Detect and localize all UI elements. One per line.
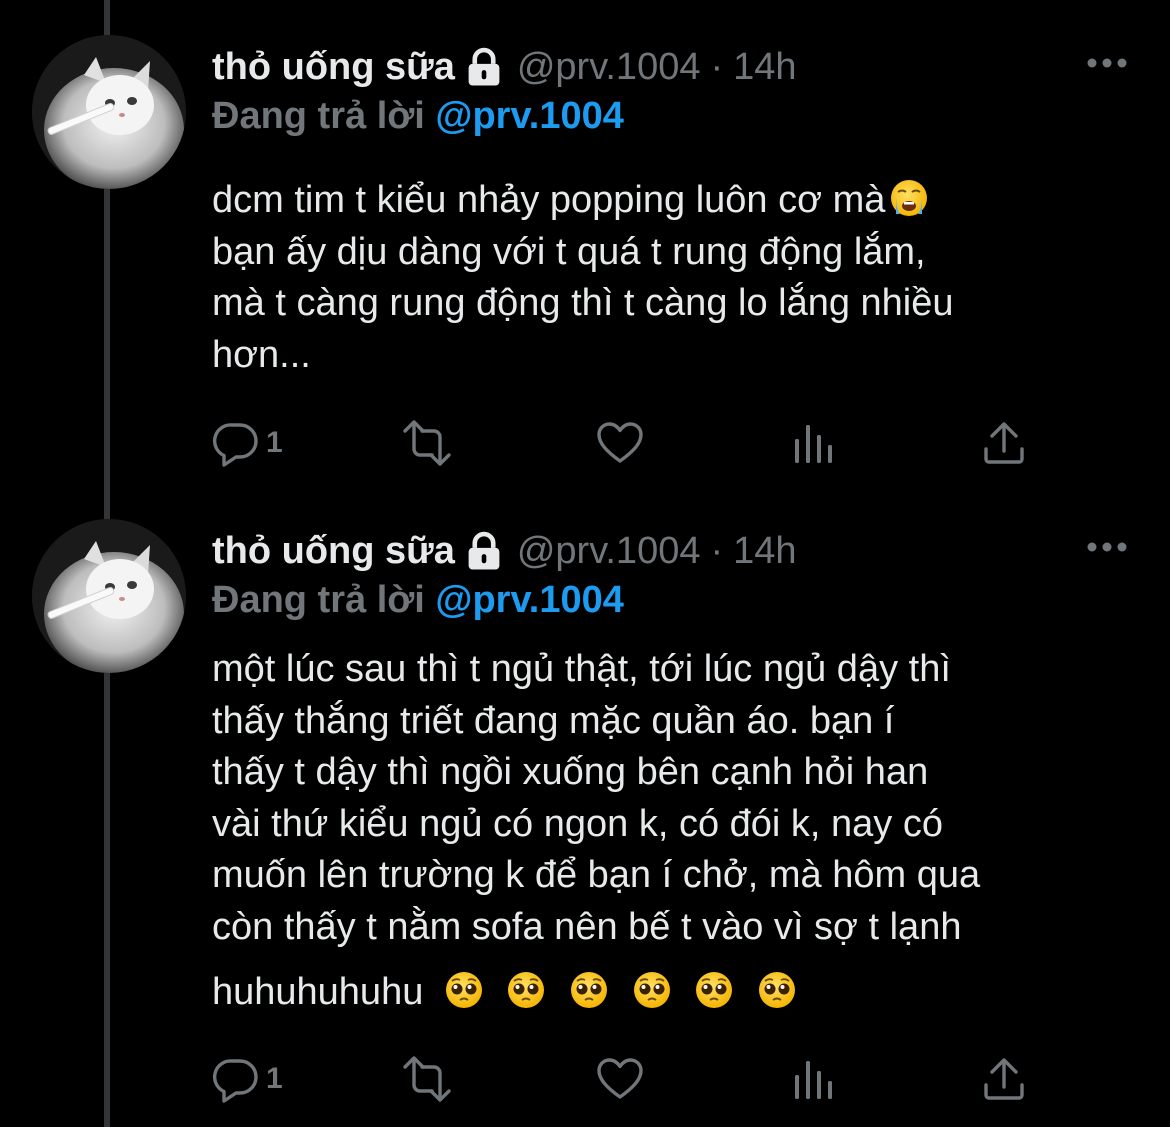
- pleading-face-emoji: [444, 970, 484, 1010]
- separator: ·: [710, 45, 724, 88]
- like-icon: [596, 421, 644, 465]
- more-options-icon[interactable]: [1086, 540, 1128, 554]
- analytics-button[interactable]: [792, 418, 836, 468]
- retweet-icon: [397, 419, 457, 467]
- author-handle[interactable]: @prv.1004: [517, 530, 701, 573]
- share-button[interactable]: [982, 418, 1026, 468]
- separator: ·: [710, 529, 724, 572]
- reply-button[interactable]: 1: [212, 1054, 283, 1104]
- closing-text: huhuhuhuhu: [212, 971, 424, 1013]
- reply-icon: [212, 1055, 260, 1103]
- timestamp[interactable]: 14h: [733, 46, 796, 89]
- like-icon: [596, 1057, 644, 1101]
- tweet-header: thỏ uống sữa @prv.1004 · 14h: [212, 526, 797, 576]
- share-icon: [982, 421, 1026, 465]
- author-handle[interactable]: @prv.1004: [517, 46, 701, 89]
- tweet-text-line: mà t càng rung động thì t càng lo lắng n…: [212, 282, 954, 324]
- like-button[interactable]: [596, 418, 644, 468]
- pleading-face-emoji: [757, 970, 797, 1010]
- share-icon: [982, 1057, 1026, 1101]
- replying-to: Đang trả lời @prv.1004: [212, 576, 624, 624]
- more-options-icon[interactable]: [1086, 56, 1128, 70]
- tweet-text-line: một lúc sau thì t ngủ thật, tới lúc ngủ …: [212, 648, 951, 690]
- replying-label: Đang trả lời: [212, 579, 425, 621]
- tweet-text-line: dcm tim t kiểu nhảy popping luôn cơ mà: [212, 179, 886, 221]
- replying-to-mention[interactable]: @prv.1004: [435, 95, 623, 137]
- author-name[interactable]: thỏ uống sữa: [212, 530, 455, 573]
- reply-icon: [212, 419, 260, 467]
- tweet-text-line: còn thấy t nằm sofa nên bế t vào vì sợ t…: [212, 905, 962, 948]
- avatar[interactable]: [32, 519, 186, 673]
- replying-to: Đang trả lời @prv.1004: [212, 92, 624, 140]
- tweet[interactable]: thỏ uống sữa @prv.1004 · 14h Đang trả lờ…: [0, 0, 1170, 500]
- tweet-text-line: thấy thắng triết đang mặc quần áo. bạn í: [212, 699, 895, 742]
- tweet-text: dcm tim t kiểu nhảy popping luôn cơ mà b…: [212, 175, 1142, 381]
- reply-button[interactable]: 1: [212, 418, 283, 468]
- loudly-crying-face-emoji: [889, 178, 929, 218]
- tweet-text-line: bạn ấy dịu dàng với t quá t rung động lắ…: [212, 230, 926, 273]
- lock-icon: [465, 531, 503, 571]
- pleading-face-emoji: [506, 970, 546, 1010]
- tweet-actions: 1: [212, 1054, 1042, 1104]
- like-button[interactable]: [596, 1054, 644, 1104]
- pleading-face-emoji: [694, 970, 734, 1010]
- timestamp[interactable]: 14h: [733, 530, 796, 573]
- replying-label: Đang trả lời: [212, 95, 425, 137]
- tweet-text-line: dcm tim t kiểu nhảy popping luôn cơ mà: [212, 175, 1142, 227]
- analytics-button[interactable]: [792, 1054, 836, 1104]
- retweet-button[interactable]: [397, 418, 457, 468]
- avatar[interactable]: [32, 35, 186, 189]
- retweet-button[interactable]: [397, 1054, 457, 1104]
- tweet-text-line: thấy t dậy thì ngồi xuống bên cạnh hỏi h…: [212, 751, 929, 793]
- lock-icon: [465, 47, 503, 87]
- tweet-text-line: hơn...: [212, 333, 311, 376]
- author-name[interactable]: thỏ uống sữa: [212, 46, 455, 89]
- tweet-header: thỏ uống sữa @prv.1004 · 14h: [212, 42, 797, 92]
- tweet-text-closing-line: huhuhuhuhu: [212, 967, 1142, 1019]
- pleading-face-emoji: [632, 970, 672, 1010]
- retweet-icon: [397, 1055, 457, 1103]
- tweet-text-line: muốn lên trường k để bạn í chở, mà hôm q…: [212, 854, 981, 896]
- pleading-face-emoji: [569, 970, 609, 1010]
- reply-count: 1: [266, 426, 283, 459]
- share-button[interactable]: [982, 1054, 1026, 1104]
- reply-count: 1: [266, 1062, 283, 1095]
- tweet-text: một lúc sau thì t ngủ thật, tới lúc ngủ …: [212, 644, 1142, 1019]
- analytics-icon: [792, 1057, 836, 1101]
- replying-to-mention[interactable]: @prv.1004: [435, 579, 623, 621]
- tweet-text-line: vài thứ kiểu ngủ có ngon k, có đói k, na…: [212, 802, 943, 845]
- tweet[interactable]: thỏ uống sữa @prv.1004 · 14h Đang trả lờ…: [0, 484, 1170, 1127]
- tweet-actions: 1: [212, 418, 1042, 468]
- analytics-icon: [792, 421, 836, 465]
